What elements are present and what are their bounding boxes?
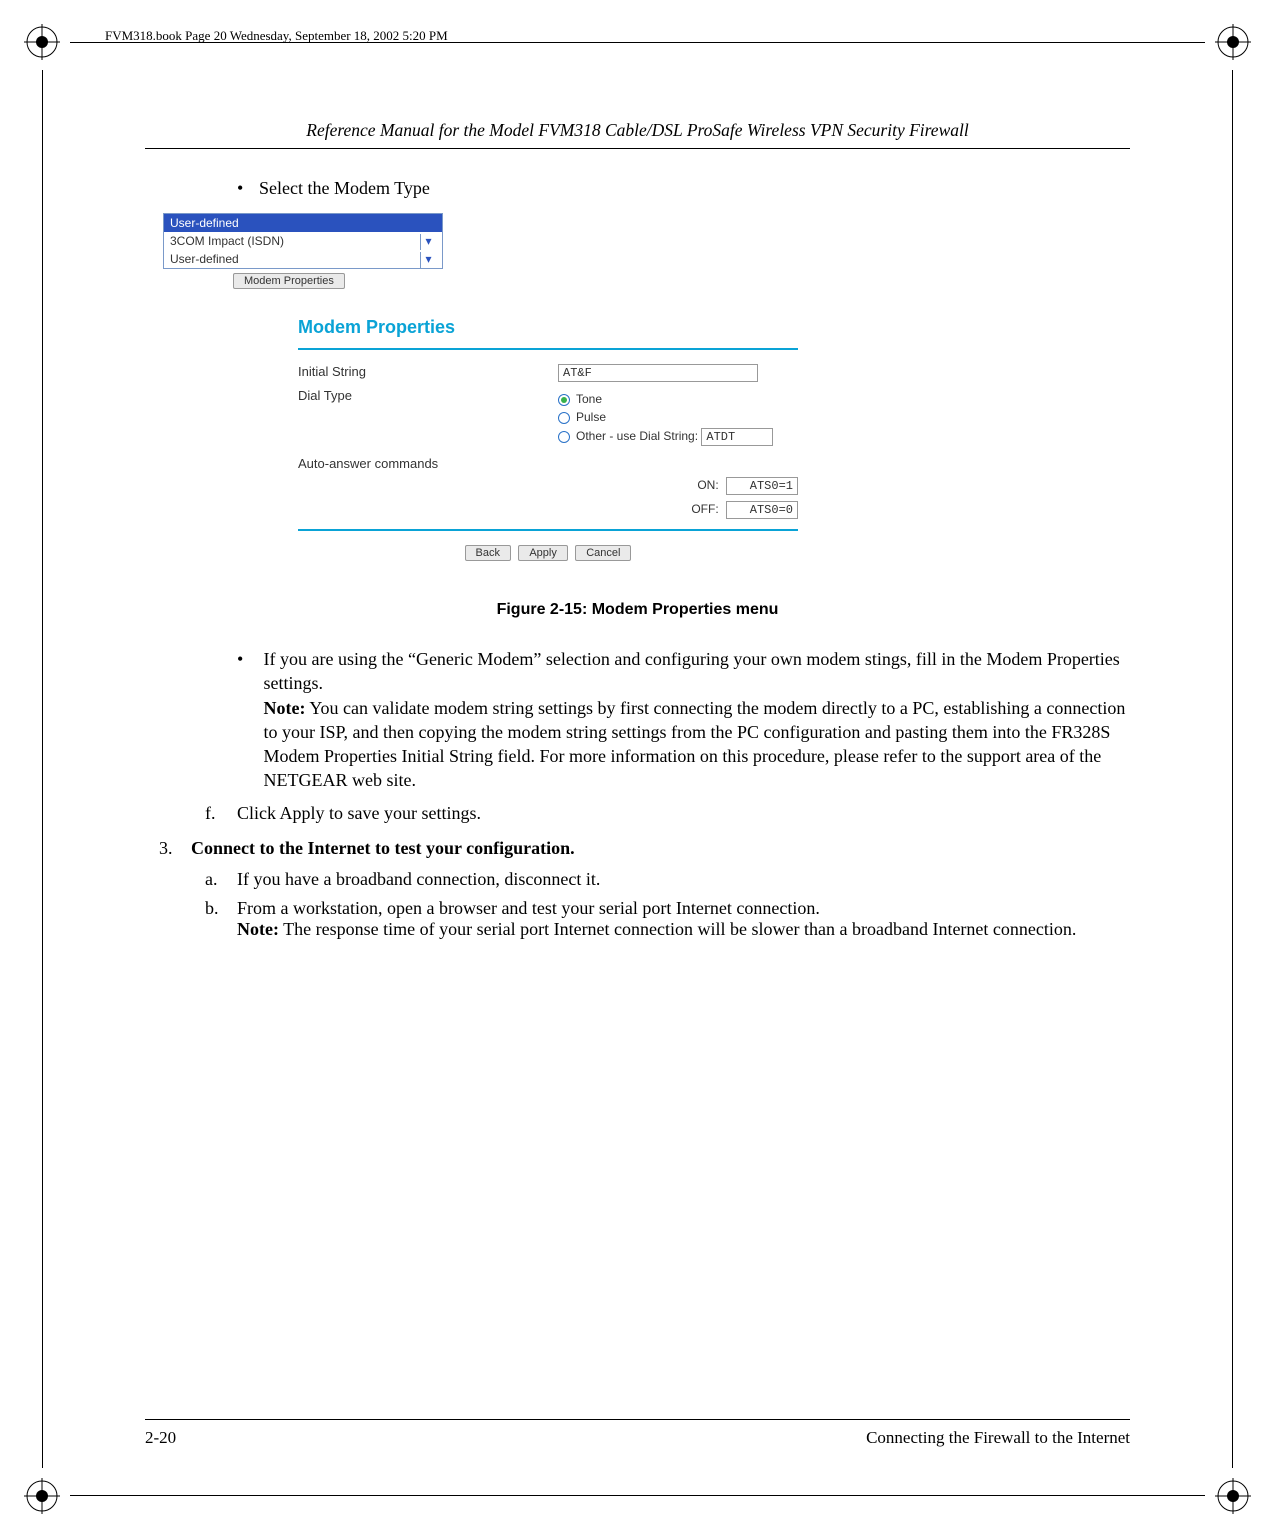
radio-label: Tone (576, 392, 602, 406)
chevron-down-icon[interactable]: ▾ (420, 234, 436, 250)
crop-rail-right (1232, 70, 1233, 1468)
dial-string-input[interactable]: ATDT (701, 428, 773, 446)
step-3a: a. If you have a broadband connection, d… (205, 869, 1130, 890)
radio-unselected-icon (558, 431, 570, 443)
crop-rail-bottom (70, 1495, 1205, 1496)
step-f: f. Click Apply to save your settings. (205, 803, 1130, 824)
dropdown-option-user[interactable]: User-defined ▾ (164, 250, 442, 268)
generic-modem-paragraph: • If you are using the “Generic Modem” s… (237, 647, 1130, 793)
modem-properties-panel: Initial String AT&F Dial Type Tone Pulse (298, 348, 798, 561)
step-3b: b. From a workstation, open a browser an… (205, 898, 1130, 940)
bullet-select-modem-type: •Select the Modem Type (237, 178, 1130, 199)
figure-screenshot: User-defined 3COM Impact (ISDN) ▾ User-d… (153, 213, 1130, 561)
step-3: 3. Connect to the Internet to test your … (159, 838, 1130, 859)
figure-caption: Figure 2-15: Modem Properties menu (145, 601, 1130, 619)
auto-answer-off-input[interactable]: ATS0=0 (726, 501, 798, 519)
back-button[interactable]: Back (465, 545, 511, 561)
bullet-dot-icon: • (237, 178, 259, 199)
modem-type-dropdown[interactable]: User-defined 3COM Impact (ISDN) ▾ User-d… (163, 213, 443, 269)
paragraph-text: If you are using the “Generic Modem” sel… (264, 649, 1120, 693)
radio-label: Pulse (576, 410, 606, 424)
crop-mark-bottom-right (1215, 1478, 1251, 1514)
auto-answer-on-input[interactable]: ATS0=1 (726, 477, 798, 495)
crop-rail-left (42, 70, 43, 1468)
crop-mark-top-right (1215, 24, 1251, 60)
note-label: Note: (264, 698, 306, 718)
dial-type-tone-radio[interactable]: Tone (558, 392, 798, 406)
auto-answer-on-label: ON: (679, 478, 719, 492)
note-text: The response time of your serial port In… (279, 919, 1076, 939)
dial-type-label: Dial Type (298, 388, 558, 403)
dropdown-option-selected[interactable]: User-defined (164, 214, 442, 232)
header-rule (145, 148, 1130, 149)
modem-properties-panel-title: Modem Properties (298, 317, 783, 338)
step-text: Click Apply to save your settings. (237, 803, 481, 824)
dropdown-option-label: 3COM Impact (ISDN) (170, 234, 284, 248)
panel-divider-top (298, 348, 798, 350)
note-label: Note: (237, 919, 279, 939)
apply-button[interactable]: Apply (518, 545, 568, 561)
page-number: 2-20 (145, 1428, 176, 1448)
step-text: Connect to the Internet to test your con… (191, 838, 575, 859)
initial-string-label: Initial String (298, 364, 558, 379)
dropdown-option-label: User-defined (170, 216, 239, 230)
cancel-button[interactable]: Cancel (575, 545, 631, 561)
bullet-text: Select the Modem Type (259, 178, 430, 198)
step-label: 3. (159, 838, 191, 859)
dial-type-other-radio[interactable]: Other - use Dial String: ATDT (558, 428, 798, 446)
step-label: f. (205, 803, 237, 824)
radio-label: Other - use Dial String: (576, 429, 698, 443)
dropdown-option-isdn[interactable]: 3COM Impact (ISDN) ▾ (164, 232, 442, 250)
note-text: You can validate modem string settings b… (264, 698, 1126, 791)
auto-answer-off-label: OFF: (679, 502, 719, 516)
dropdown-option-label: User-defined (170, 252, 239, 266)
initial-string-input[interactable]: AT&F (558, 364, 758, 382)
chevron-down-icon[interactable]: ▾ (420, 252, 436, 268)
running-header-title: Reference Manual for the Model FVM318 Ca… (145, 120, 1130, 141)
footer-section-title: Connecting the Firewall to the Internet (866, 1428, 1130, 1448)
step-text: If you have a broadband connection, disc… (237, 869, 600, 890)
bullet-dot-icon: • (237, 647, 259, 671)
panel-divider-bottom (298, 529, 798, 531)
crop-mark-top-left (24, 24, 60, 60)
auto-answer-label: Auto-answer commands (298, 456, 558, 471)
step-text: From a workstation, open a browser and t… (237, 898, 820, 918)
footer-rule (145, 1419, 1130, 1420)
dial-type-pulse-radio[interactable]: Pulse (558, 410, 798, 424)
radio-selected-icon (558, 394, 570, 406)
crop-mark-bottom-left (24, 1478, 60, 1514)
step-label: b. (205, 898, 237, 940)
book-metadata-line: FVM318.book Page 20 Wednesday, September… (105, 28, 448, 44)
radio-unselected-icon (558, 412, 570, 424)
step-label: a. (205, 869, 237, 890)
modem-properties-button[interactable]: Modem Properties (233, 273, 345, 289)
